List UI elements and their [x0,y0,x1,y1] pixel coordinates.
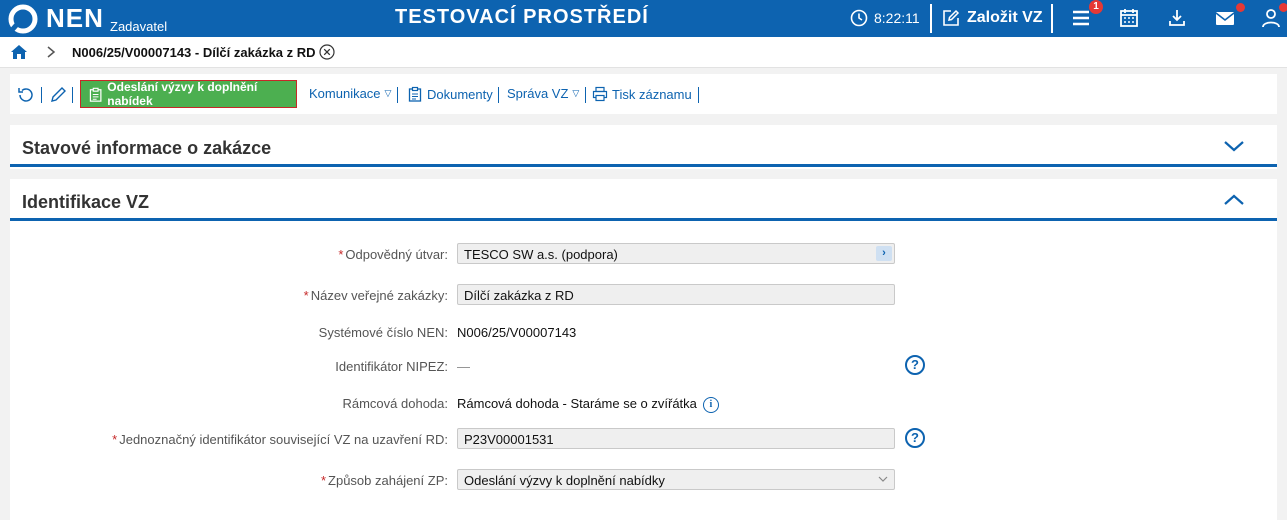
home-icon[interactable] [10,43,28,61]
create-vz-label: Založit VZ [967,9,1043,26]
separator [41,87,42,103]
separator [698,87,699,103]
form-row-identifikator-rd: * Jednoznačný identifikátor související V… [10,428,1277,452]
separator [1051,4,1053,33]
user-alert-dot [1279,3,1287,12]
identifikator-rd-value: P23V00001531 [464,432,554,447]
system-cislo-value: N006/25/V00007143 [457,325,577,340]
pencil-icon[interactable] [49,86,67,104]
info-icon[interactable]: i [702,396,719,413]
nazev-label: * Název veřejné zakázky: [303,288,448,303]
send-invitation-button[interactable]: Odeslání výzvy k doplnění nabídek [80,80,297,108]
user-icon[interactable] [1260,7,1282,29]
send-invitation-label: Odeslání výzvy k doplnění nabídek [107,80,258,108]
brand-name: NEN [46,3,104,33]
clipboard-icon [89,87,102,102]
ramcova-label: Rámcová dohoda: [342,396,448,411]
session-clock: 8:22:11 [874,10,920,26]
status-info-title: Stavové informace o zakázce [22,138,272,158]
separator [397,87,398,103]
komunikace-label: Komunikace [309,86,381,101]
nipez-value: — [457,359,470,374]
nazev-field[interactable]: Dílčí zakázka z RD [457,284,895,305]
breadcrumb: N006/25/V00007143 - Dílčí zakázka z RD [0,37,1287,68]
breadcrumb-current: N006/25/V00007143 - Dílčí zakázka z RD [72,45,316,60]
create-vz-button[interactable]: Založit VZ [942,5,1043,31]
utvar-label: * Odpovědný útvar: [338,247,448,262]
ramcova-value: Rámcová dohoda - Staráme se o zvířátka [457,396,697,411]
clipboard-icon [408,86,422,102]
identification-header[interactable]: Identifikace VZ [10,179,1277,221]
mail-unread-dot [1236,3,1245,12]
zpusob-label: * Způsob zahájení ZP: [320,473,448,488]
identification-title: Identifikace VZ [22,192,150,212]
triangle-down-icon: ▽ [572,88,580,98]
form-row-ramcova: Rámcová dohoda: Rámcová dohoda - Staráme… [10,392,1277,416]
close-icon[interactable] [319,44,335,60]
form-row-nipez: Identifikátor NIPEZ: — ? [10,355,1277,379]
sprava-vz-label: Správa VZ [507,86,569,101]
help-icon[interactable]: ? [905,428,925,448]
separator [72,87,73,103]
printer-icon [592,86,608,102]
identifikator-rd-label: * Jednoznačný identifikátor související V… [112,432,448,447]
dokumenty-label: Dokumenty [427,86,493,102]
form-row-system-cislo: Systémové číslo NEN: N006/25/V00007143 [10,321,1277,345]
nazev-value: Dílčí zakázka z RD [464,288,574,303]
dokumenty-link[interactable]: Dokumenty [407,86,493,102]
sprava-vz-menu[interactable]: Správa VZ ▽ [507,86,579,101]
zpusob-select[interactable]: Odeslání výzvy k doplnění nabídky [457,469,895,490]
separator [498,87,499,103]
environment-title: TESTOVACÍ PROSTŘEDÍ [395,6,649,28]
refresh-icon[interactable] [17,86,35,104]
mail-icon[interactable] [1214,7,1236,29]
calendar-icon[interactable] [1118,7,1140,29]
chevron-right-icon[interactable]: › [876,246,892,261]
identification-panel: Identifikace VZ * Odpovědný útvar: TESCO … [10,179,1277,520]
brand-subtitle: Zadavatel [110,19,168,34]
ramcova-value-wrap: Rámcová dohoda - Staráme se o zvířátka i [457,396,719,413]
download-icon[interactable] [1166,7,1188,29]
separator [585,87,586,103]
chevron-down-icon[interactable] [1223,139,1245,153]
nen-logo-icon[interactable] [8,4,38,34]
top-bar: NEN Zadavatel TESTOVACÍ PROSTŘEDÍ 8:22:1… [0,0,1287,37]
action-toolbar: Odeslání výzvy k doplnění nabídek Komuni… [10,74,1277,114]
edit-icon [943,9,960,26]
status-info-panel: Stavové informace o zakázce [10,125,1277,169]
form-row-zpusob: * Způsob zahájení ZP: Odeslání výzvy k do… [10,469,1277,493]
separator [930,4,932,33]
print-record-label: Tisk záznamu [612,86,692,102]
clock-icon [850,9,868,27]
utvar-field[interactable]: TESCO SW a.s. (podpora) › [457,243,895,264]
notification-badge: 1 [1089,0,1103,14]
help-icon[interactable]: ? [905,355,925,375]
identifikator-rd-field[interactable]: P23V00001531 [457,428,895,449]
menu-icon[interactable] [1070,7,1092,29]
zpusob-value: Odeslání výzvy k doplnění nabídky [464,473,665,488]
chevron-up-icon[interactable] [1223,193,1245,207]
triangle-down-icon: ▽ [384,88,392,98]
chevron-down-icon [878,476,888,482]
nipez-label: Identifikátor NIPEZ: [335,359,448,374]
print-record-link[interactable]: Tisk záznamu [592,86,692,102]
status-info-header[interactable]: Stavové informace o zakázce [10,125,1277,167]
chevron-right-icon [47,46,56,58]
utvar-value: TESCO SW a.s. (podpora) [464,247,618,262]
form-row-utvar: * Odpovědný útvar: TESCO SW a.s. (podpora… [10,243,1277,267]
form-row-nazev: * Název veřejné zakázky: Dílčí zakázka z … [10,284,1277,308]
system-cislo-label: Systémové číslo NEN: [318,325,448,340]
komunikace-menu[interactable]: Komunikace ▽ [309,86,391,101]
